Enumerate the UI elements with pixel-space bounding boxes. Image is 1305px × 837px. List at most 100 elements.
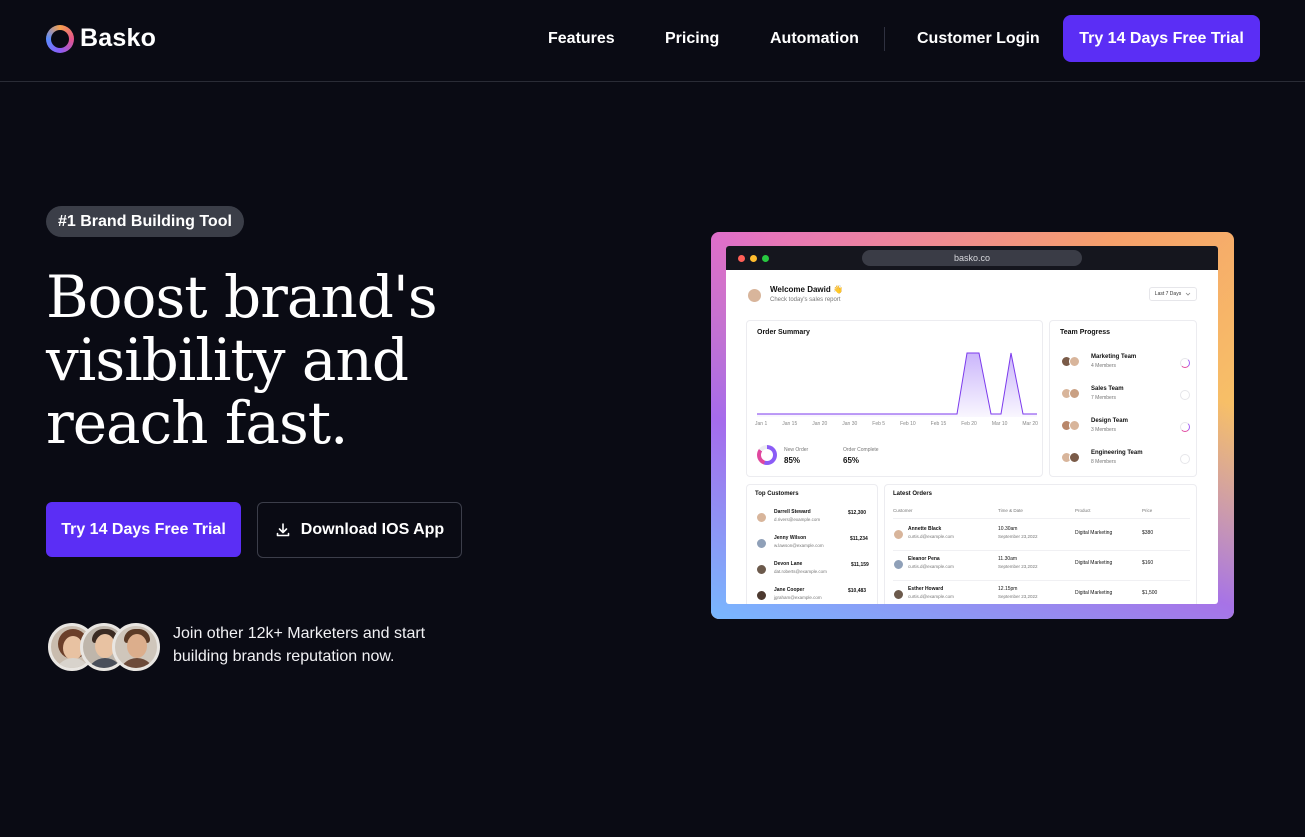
order-customer-name: Eleanor Pena	[908, 556, 940, 562]
team-members: 4 Members	[1091, 363, 1117, 369]
headline-line-2: visibility and	[46, 326, 409, 394]
order-customer-name: Annette Black	[908, 526, 942, 532]
row-divider	[893, 580, 1190, 581]
customer-name: Devon Lane	[774, 561, 803, 567]
chevron-down-icon	[1185, 292, 1191, 296]
dashboard-screen: basko.co Welcome Dawid 👋 Check today's s…	[726, 246, 1218, 604]
range-select-value: Last 7 Days	[1154, 291, 1182, 297]
nav-link-pricing[interactable]: Pricing	[665, 30, 719, 48]
download-ios-button[interactable]: Download IOS App	[257, 502, 462, 558]
hero-trial-button[interactable]: Try 14 Days Free Trial	[46, 502, 241, 557]
team-row[interactable]: Marketing Team 4 Members	[1050, 351, 1198, 379]
minimize-dot-icon	[750, 255, 757, 262]
order-price: $1,500	[1142, 590, 1158, 596]
order-date: September 23,2022	[998, 564, 1038, 569]
order-price: $380	[1142, 530, 1154, 536]
latest-orders-title: Latest Orders	[893, 491, 933, 497]
team-name: Engineering Team	[1091, 450, 1143, 456]
chart-area	[757, 353, 1037, 417]
stat-value: 85%	[784, 456, 801, 465]
x-tick-label: Feb 15	[930, 421, 947, 427]
logo-text: Basko	[80, 24, 157, 52]
order-time: 10.30am	[998, 526, 1018, 532]
x-tick-label: Jan 1	[755, 421, 768, 427]
marketer-avatars	[48, 623, 160, 671]
social-proof-text: Join other 12k+ Marketers and start buil…	[173, 622, 463, 668]
x-tick-label: Jan 30	[842, 421, 858, 427]
customer-amount: $12,300	[848, 510, 867, 516]
chart-x-labels: Jan 1 Jan 15 Jan 20 Jan 30 Feb 5 Feb 10 …	[755, 421, 1038, 427]
team-progress-title: Team Progress	[1060, 329, 1111, 336]
ring-logo-icon	[46, 24, 74, 53]
top-nav: Basko Features Pricing Automation Custom…	[0, 0, 1305, 82]
x-tick-label: Feb 5	[872, 421, 886, 427]
maximize-dot-icon	[762, 255, 769, 262]
new-order-donut-icon	[757, 445, 777, 465]
progress-ring-icon	[1180, 358, 1190, 368]
nav-trial-button[interactable]: Try 14 Days Free Trial	[1063, 15, 1260, 62]
order-row[interactable]: Eleanor Pena curtis.d@example.com 11.30a…	[885, 552, 1198, 579]
x-tick-label: Feb 20	[961, 421, 977, 427]
customer-name: Darrell Steward	[774, 509, 811, 515]
column-header: Time & Date	[998, 508, 1023, 513]
order-customer-email: curtis.d@example.com	[908, 534, 954, 539]
customer-row[interactable]: Jenny Wilson w.lawson@example.com $11,23…	[747, 533, 879, 557]
nav-link-customer-login[interactable]: Customer Login	[917, 30, 1040, 48]
team-members: 3 Members	[1091, 427, 1117, 433]
order-customer-email: curtis.d@example.com	[908, 564, 954, 569]
avatar	[112, 623, 160, 671]
row-divider	[893, 550, 1190, 551]
customer-row[interactable]: Darrell Steward d.rivers@example.com $12…	[747, 507, 879, 531]
order-time: 11.30am	[998, 556, 1018, 562]
x-tick-label: Feb 10	[900, 421, 916, 427]
progress-ring-icon	[1180, 390, 1190, 400]
order-customer-name: Esther Howard	[908, 586, 944, 592]
column-header: Price	[1142, 508, 1153, 513]
social-proof-line-2: building brands reputation now.	[173, 648, 395, 665]
progress-ring-icon	[1180, 454, 1190, 464]
hero-badge: #1 Brand Building Tool	[46, 206, 244, 237]
customer-name: Jenny Wilson	[774, 535, 807, 541]
x-tick-label: Jan 20	[812, 421, 828, 427]
chart-line	[757, 352, 1037, 415]
team-name: Marketing Team	[1091, 354, 1137, 360]
order-row[interactable]: Annette Black curtis.d@example.com 10.30…	[885, 522, 1198, 549]
social-proof-line-1: Join other 12k+ Marketers and start	[173, 625, 426, 642]
team-row[interactable]: Design Team 3 Members	[1050, 415, 1198, 443]
latest-orders-card: Latest Orders Customer Time & Date Produ…	[884, 484, 1197, 604]
close-dot-icon	[738, 255, 745, 262]
progress-ring-icon	[1180, 422, 1190, 432]
order-row[interactable]: Esther Howard curtis.d@example.com 12.15…	[885, 582, 1198, 604]
customer-email: d.rivers@example.com	[774, 517, 821, 522]
customer-amount: $10,483	[848, 588, 867, 594]
team-row[interactable]: Engineering Team 8 Members	[1050, 447, 1198, 475]
team-row[interactable]: Sales Team 7 Members	[1050, 383, 1198, 411]
order-date: September 23,2022	[998, 534, 1038, 539]
order-price: $160	[1142, 560, 1154, 566]
url-bar: basko.co	[862, 250, 1082, 266]
customer-email: dat.roberts@example.com	[774, 569, 827, 574]
customer-email: w.lawson@example.com	[774, 543, 824, 548]
customer-amount: $11,159	[851, 562, 869, 568]
customer-email: jgraham@example.com	[774, 595, 822, 600]
nav-divider	[884, 27, 885, 51]
team-name: Design Team	[1091, 418, 1128, 424]
nav-link-automation[interactable]: Automation	[770, 30, 859, 48]
range-select[interactable]: Last 7 Days	[1149, 287, 1197, 301]
headline-line-1: Boost brand's	[46, 263, 438, 331]
customer-row[interactable]: Devon Lane dat.roberts@example.com $11,1…	[747, 559, 879, 583]
column-header: Product	[1075, 508, 1091, 513]
x-tick-label: Mar 20	[1022, 421, 1038, 427]
nav-link-features[interactable]: Features	[548, 30, 615, 48]
dashboard-preview: basko.co Welcome Dawid 👋 Check today's s…	[711, 232, 1234, 619]
brand-logo[interactable]: Basko	[46, 24, 156, 53]
column-header: Customer	[893, 508, 913, 513]
customer-row[interactable]: Jane Cooper jgraham@example.com $10,483	[747, 585, 879, 604]
stat-label: Order Complete	[843, 447, 879, 453]
header-divider	[893, 518, 1190, 519]
order-date: September 23,2022	[998, 594, 1038, 599]
team-progress-card: Team Progress Marketing Team 4 Members S…	[1049, 320, 1197, 477]
welcome-subtitle: Check today's sales report	[770, 297, 841, 303]
x-tick-label: Mar 10	[991, 421, 1008, 427]
stat-label: New Order	[784, 447, 809, 453]
